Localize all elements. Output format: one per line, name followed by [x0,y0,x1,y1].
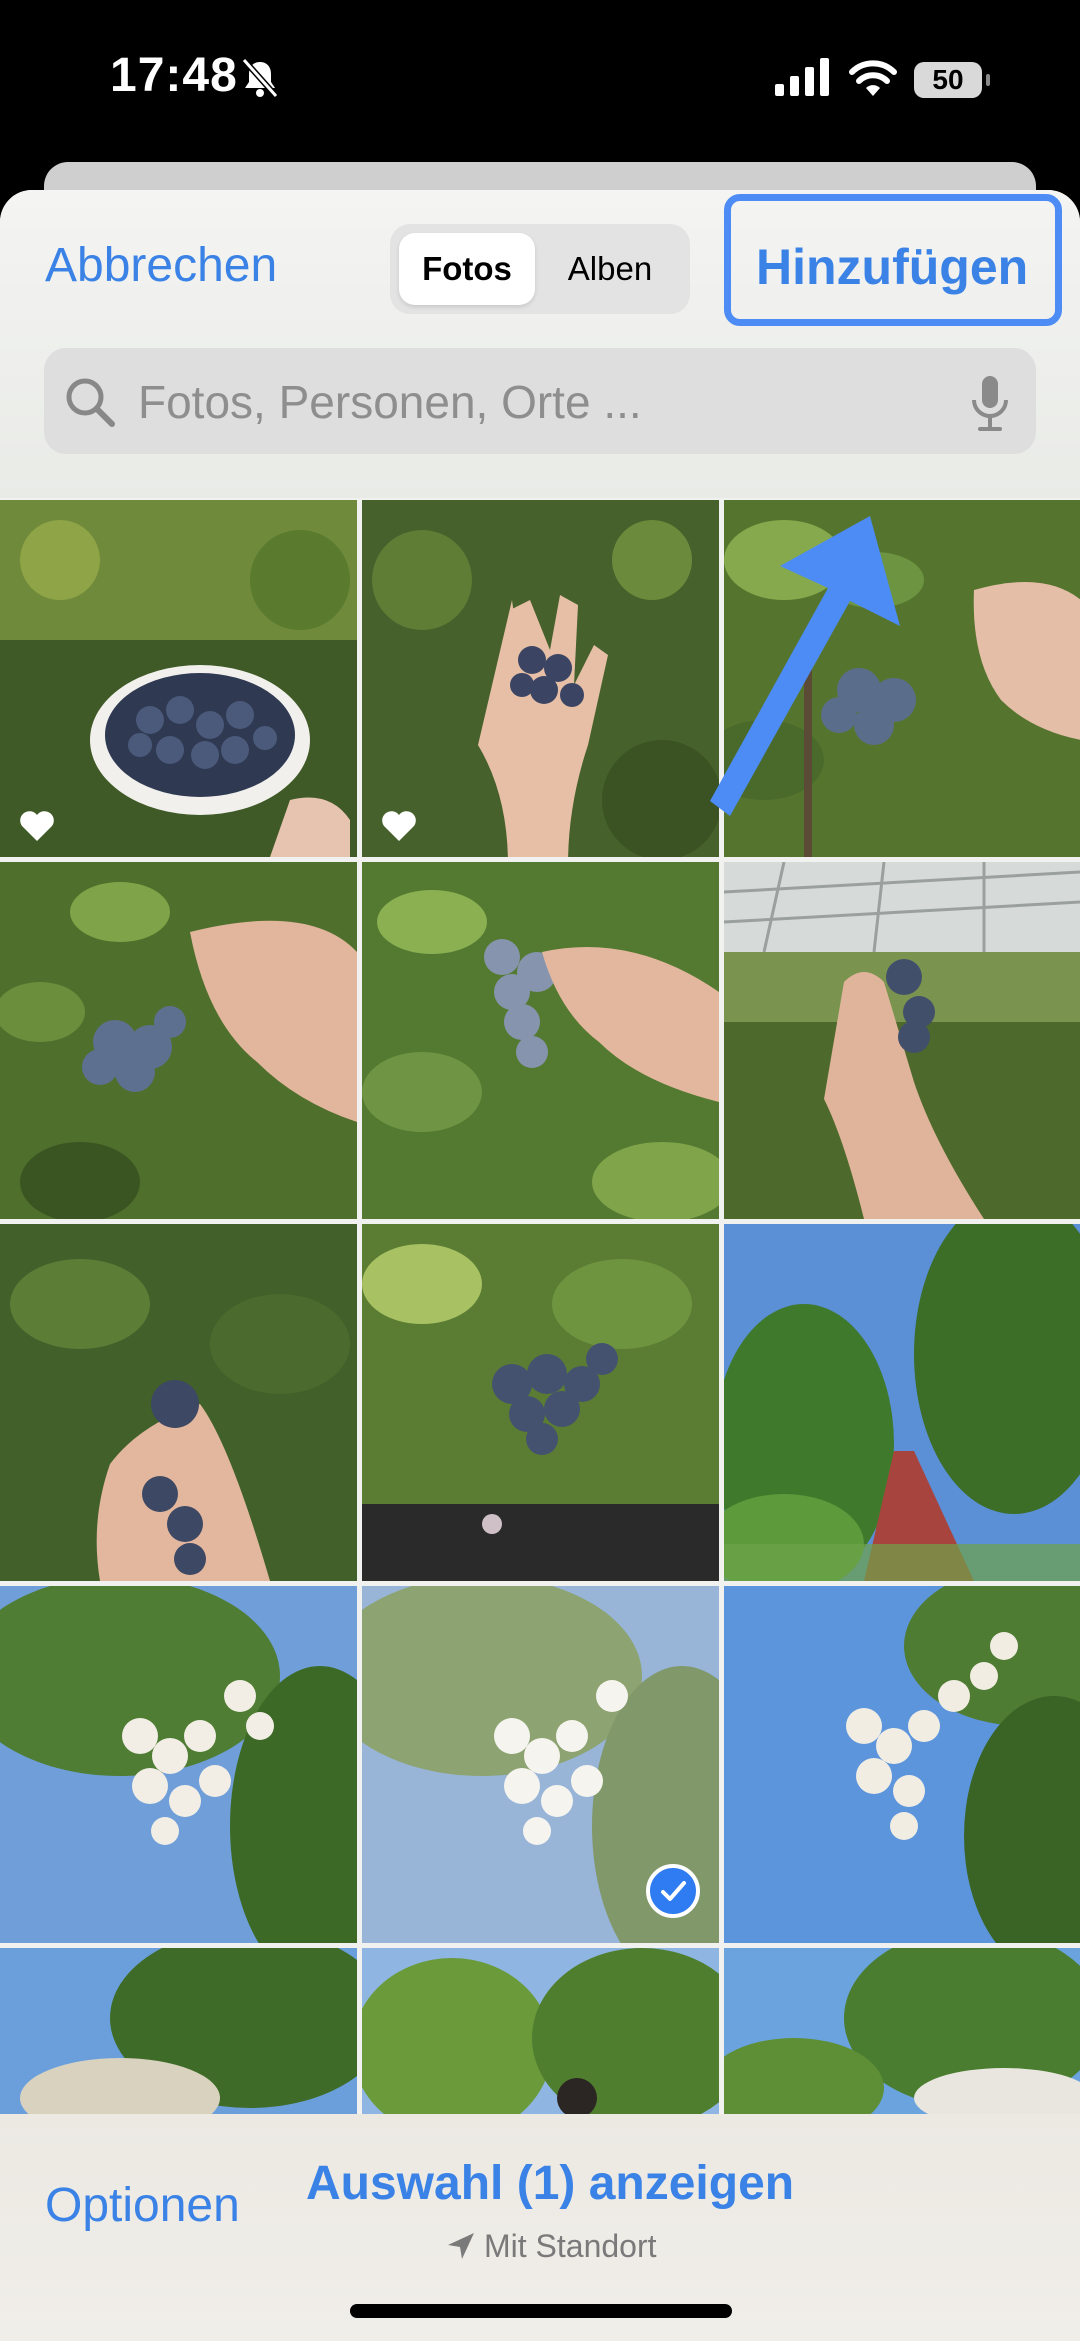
tab-albums[interactable]: Alben [538,233,682,305]
photo-blueberries-fingers [0,1224,357,1581]
bell-muted-icon [241,58,279,98]
battery-indicator: 50 [914,62,990,98]
clock: 17:48 [110,49,238,102]
selected-checkmark-icon [646,1864,700,1918]
segmented-control: Fotos Alben [390,224,690,314]
photo-blueberries-in-palm [362,500,719,857]
annotation-arrow-icon [710,516,900,816]
wifi-icon [849,60,897,96]
photo-thumbnail[interactable] [0,500,357,857]
photo-blueberries-greenhouse [724,862,1080,1219]
photo-thumbnail[interactable] [362,1948,719,2118]
favorite-heart-icon [382,811,416,841]
photo-white-blossoms [0,1586,357,1943]
photo-thumbnail[interactable] [362,862,719,1219]
photo-thumbnail[interactable] [724,1586,1080,1943]
photo-tree-sky [0,1948,357,2118]
photo-white-blossoms-sky [724,1586,1080,1943]
photo-thumbnail[interactable] [724,862,1080,1219]
photo-thumbnail[interactable] [362,1224,719,1581]
photo-thumbnail[interactable] [0,1586,357,1943]
photo-blueberries-held-closeup [362,862,719,1219]
location-subtitle: Mit Standort [446,2228,657,2265]
photo-park-path-trees [724,1224,1080,1581]
status-bar: 17:48 50 [0,0,1080,160]
photo-blueberry-bush-cluster [362,1224,719,1581]
options-button[interactable]: Optionen [45,2178,240,2233]
add-button[interactable]: Hinzufügen [756,238,1028,296]
search-input[interactable] [136,366,920,438]
cellular-signal-icon [775,58,829,96]
photo-thumbnail[interactable] [724,1948,1080,2118]
photo-picker-sheet: Abbrechen Fotos Alben Hinzufügen Fotos, … [0,190,1080,2341]
show-selection-button[interactable]: Auswahl (1) anzeigen [306,2156,794,2211]
home-indicator[interactable] [350,2304,732,2318]
location-arrow-icon [448,2233,474,2259]
photo-blueberry-bowl [0,500,357,857]
photo-park-trees-person [362,1948,719,2118]
cancel-button[interactable]: Abbrechen [45,238,277,293]
photo-thumbnail[interactable] [724,1224,1080,1581]
photo-thumbnail[interactable] [362,500,719,857]
photo-thumbnail[interactable] [362,1586,719,1943]
photo-blueberry-cluster-held [0,862,357,1219]
picker-header: Abbrechen Fotos Alben Hinzufügen [0,190,1080,498]
search-bar[interactable] [44,348,1036,454]
photo-thumbnail[interactable] [0,1948,357,2118]
tab-photos[interactable]: Fotos [399,233,535,305]
photo-thumbnail[interactable] [0,862,357,1219]
photo-thumbnail[interactable] [0,1224,357,1581]
photo-trees-blossoms [724,1948,1080,2118]
microphone-icon[interactable] [970,374,1010,432]
search-icon [66,378,115,427]
favorite-heart-icon [20,811,54,841]
location-label: Mit Standort [484,2228,657,2264]
